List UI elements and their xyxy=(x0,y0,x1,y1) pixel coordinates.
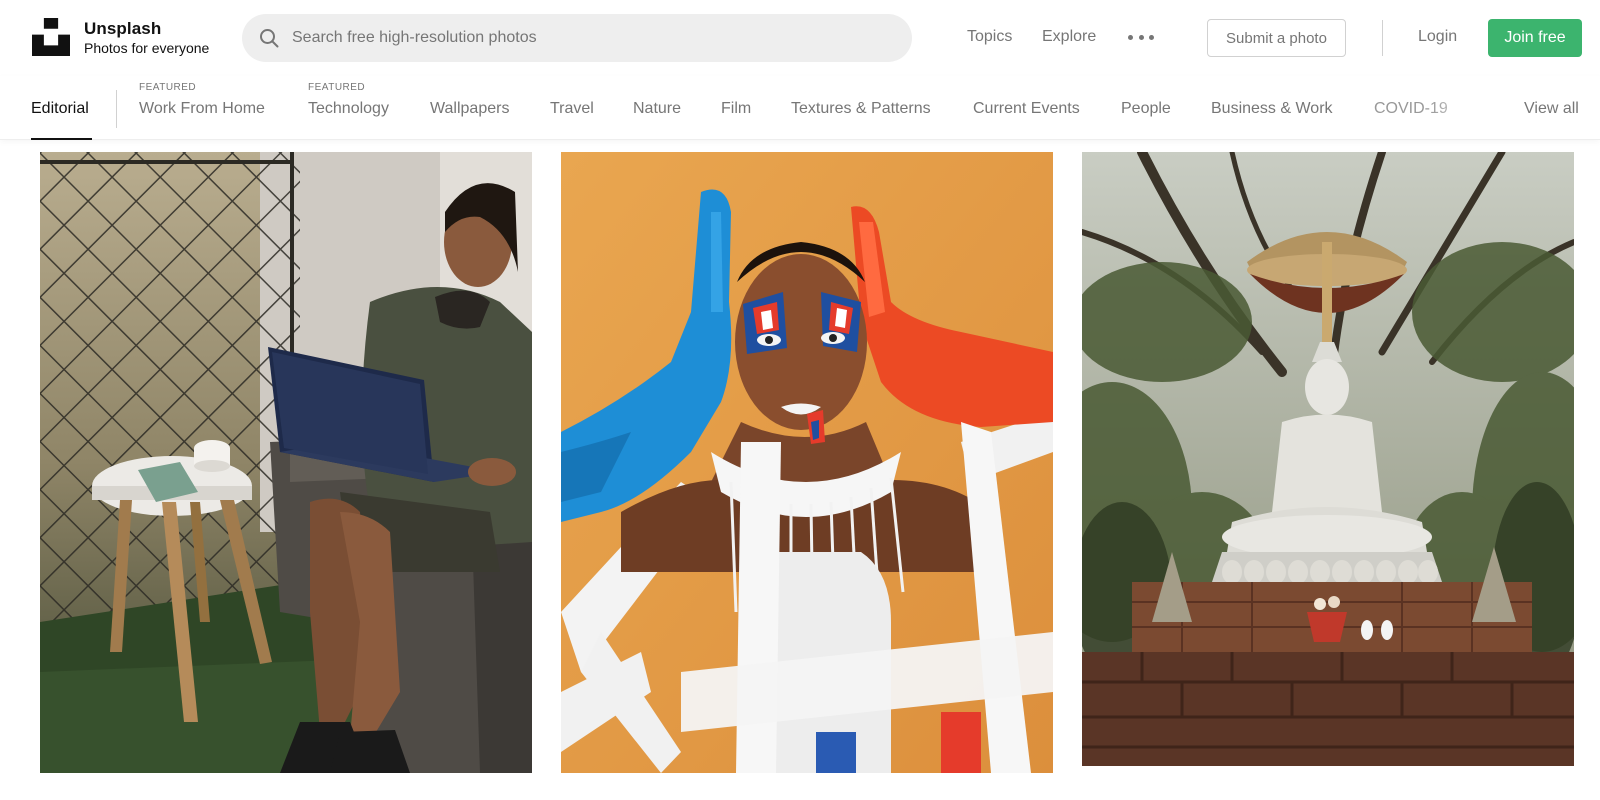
brand-tagline: Photos for everyone xyxy=(84,40,210,56)
topic-label: Nature xyxy=(633,100,682,117)
topic-textures-patterns[interactable]: Textures & Patterns xyxy=(791,100,931,118)
view-all-link[interactable]: View all xyxy=(1524,100,1579,118)
search-bar[interactable] xyxy=(242,14,912,62)
topic-technology[interactable]: FEATURED Technology xyxy=(308,82,389,118)
topic-label: Work From Home xyxy=(139,100,265,117)
topic-business-work[interactable]: Business & Work xyxy=(1211,100,1333,118)
topic-label: Editorial xyxy=(31,100,89,117)
topic-label: Textures & Patterns xyxy=(791,100,931,117)
topic-label: Wallpapers xyxy=(430,100,510,117)
topic-film[interactable]: Film xyxy=(721,100,751,118)
scroll-fade xyxy=(1430,84,1490,132)
topic-editorial[interactable]: Editorial xyxy=(31,100,89,118)
topic-work-from-home[interactable]: FEATURED Work From Home xyxy=(139,82,265,118)
join-free-button[interactable]: Join free xyxy=(1488,19,1582,57)
brand[interactable]: Unsplash Photos for everyone xyxy=(84,19,209,57)
photo-face-paint-portrait[interactable] xyxy=(561,152,1053,773)
topic-label: Travel xyxy=(550,100,594,117)
unsplash-logo-icon[interactable] xyxy=(32,18,70,56)
active-tab-underline xyxy=(31,138,92,140)
topic-label: Film xyxy=(721,100,752,117)
header-divider xyxy=(1382,20,1383,56)
top-header: Unsplash Photos for everyone Topics Expl… xyxy=(0,0,1600,76)
topic-travel[interactable]: Travel xyxy=(550,100,594,118)
submit-photo-button[interactable]: Submit a photo xyxy=(1207,19,1346,57)
topic-label: Current Events xyxy=(973,100,1080,117)
topic-label: People xyxy=(1121,100,1171,117)
brand-name: Unsplash xyxy=(84,19,162,38)
topics-divider xyxy=(116,90,117,128)
nav-explore[interactable]: Explore xyxy=(1042,28,1096,46)
featured-tag: FEATURED xyxy=(308,82,366,93)
photo-buddha-statue[interactable] xyxy=(1082,152,1574,766)
photo-woman-laptop[interactable] xyxy=(40,152,532,773)
login-link[interactable]: Login xyxy=(1418,28,1457,46)
topic-people[interactable]: People xyxy=(1121,100,1171,118)
topic-label: Technology xyxy=(308,100,389,117)
topics-nav: Editorial FEATURED Work From Home FEATUR… xyxy=(0,76,1600,140)
search-input[interactable] xyxy=(292,29,852,47)
topic-current-events[interactable]: Current Events xyxy=(973,100,1080,118)
search-icon[interactable] xyxy=(258,27,280,49)
topic-label: Business & Work xyxy=(1211,100,1333,117)
topic-wallpapers[interactable]: Wallpapers xyxy=(430,100,509,118)
more-horizontal-icon[interactable] xyxy=(1128,27,1154,47)
topic-nature[interactable]: Nature xyxy=(633,100,681,118)
nav-topics[interactable]: Topics xyxy=(967,28,1012,46)
featured-tag: FEATURED xyxy=(139,82,197,93)
